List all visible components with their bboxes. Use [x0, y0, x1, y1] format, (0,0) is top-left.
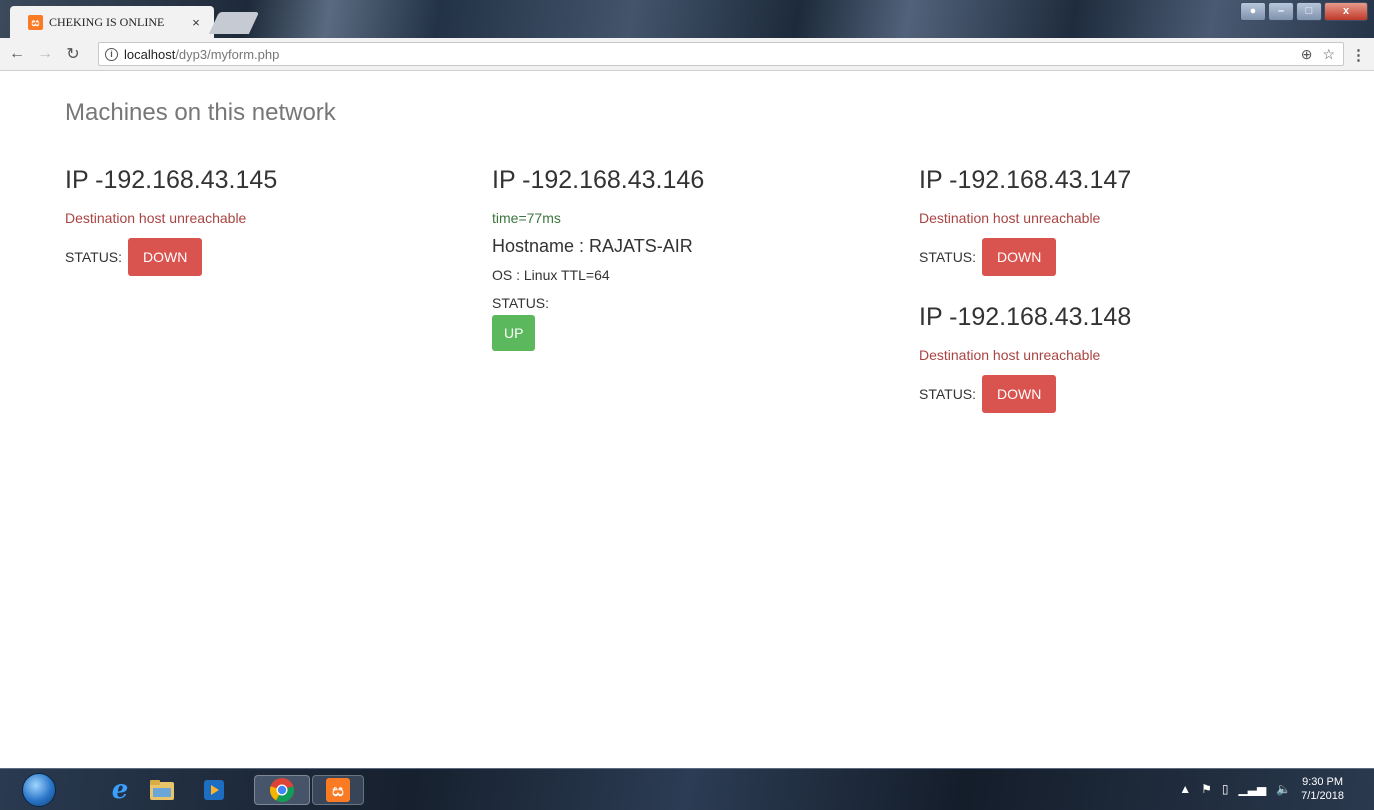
status-label: STATUS:: [492, 295, 550, 311]
info-icon[interactable]: i: [105, 47, 118, 61]
clock-time: 9:30 PM: [1302, 776, 1344, 788]
host-ip: IP -192.168.43.147: [919, 166, 1132, 194]
new-tab-button[interactable]: [208, 12, 260, 34]
status-down-button[interactable]: DOWN: [128, 238, 203, 276]
status-down-button[interactable]: DOWN: [982, 238, 1057, 276]
host-card: IP -192.168.43.147 Destination host unre…: [919, 166, 1299, 294]
forward-arrow-icon[interactable]: →: [34, 45, 56, 63]
host-ip: IP -192.168.43.145: [65, 166, 278, 194]
xampp-favicon-icon: ස: [28, 14, 43, 30]
status-label: STATUS:: [919, 386, 977, 402]
page-title: Machines on this network: [65, 99, 336, 126]
battery-icon[interactable]: ▯: [1222, 782, 1229, 796]
minimize-icon[interactable]: –: [1268, 2, 1294, 21]
ping-result: Destination host unreachable: [65, 210, 247, 226]
svg-text:ස: ස: [332, 781, 344, 800]
address-bar[interactable]: i localhost /dyp3/myform.php ⊕ ☆: [98, 42, 1344, 66]
status-label: STATUS:: [65, 249, 123, 265]
file-explorer-icon[interactable]: [146, 775, 178, 805]
start-button-icon[interactable]: [22, 773, 56, 807]
status-row: STATUS: DOWN: [65, 238, 445, 276]
host-ip: IP -192.168.43.148: [919, 303, 1132, 331]
signal-icon[interactable]: ▁▃▅: [1239, 782, 1267, 796]
status-row: STATUS: DOWN: [919, 238, 1299, 276]
clock-date: 7/1/2018: [1301, 790, 1344, 802]
zoom-icon[interactable]: ⊕: [1301, 46, 1313, 63]
browser-toolbar: ← → ↻ i localhost /dyp3/myform.php ⊕ ☆ ⋮: [0, 38, 1374, 71]
host-card: IP -192.168.43.148 Destination host unre…: [919, 303, 1299, 431]
os-info: OS : Linux TTL=64: [492, 267, 610, 283]
system-tray: ▲ ⚑ ▯ ▁▃▅ 🔈 9:30 PM 7/1/2018: [1179, 775, 1344, 803]
internet-explorer-icon[interactable]: e: [104, 775, 136, 805]
host-card: IP -192.168.43.146 time=77ms Hostname : …: [492, 166, 872, 351]
ping-result: Destination host unreachable: [919, 210, 1101, 226]
hostname: Hostname : RAJATS-AIR: [492, 236, 693, 256]
show-hidden-icons-icon[interactable]: ▲: [1179, 782, 1191, 796]
close-window-icon[interactable]: x: [1324, 2, 1368, 21]
page-content: Machines on this network IP -192.168.43.…: [0, 72, 1374, 768]
host-card: IP -192.168.43.145 Destination host unre…: [65, 166, 445, 294]
xampp-icon[interactable]: ස: [312, 775, 364, 805]
bookmark-star-icon[interactable]: ☆: [1322, 46, 1335, 63]
browser-tab[interactable]: ස CHEKING IS ONLINE ×: [10, 6, 214, 38]
back-arrow-icon[interactable]: ←: [6, 45, 28, 63]
ping-result: Destination host unreachable: [919, 347, 1101, 363]
user-profile-icon[interactable]: ●: [1240, 2, 1266, 21]
media-player-icon[interactable]: [198, 775, 230, 805]
clock[interactable]: 9:30 PM 7/1/2018: [1301, 775, 1344, 803]
volume-icon[interactable]: 🔈: [1276, 782, 1291, 796]
maximize-icon[interactable]: □: [1296, 2, 1322, 21]
reload-icon[interactable]: ↻: [62, 44, 84, 64]
status-down-button[interactable]: DOWN: [982, 375, 1057, 413]
status-up-button[interactable]: UP: [492, 315, 536, 351]
tab-title: CHEKING IS ONLINE: [49, 14, 165, 29]
ping-result: time=77ms: [492, 210, 561, 226]
action-center-flag-icon[interactable]: ⚑: [1201, 782, 1212, 796]
tab-close-icon[interactable]: ×: [188, 15, 204, 30]
browser-titlebar: ස CHEKING IS ONLINE × ● – □ x: [0, 0, 1374, 38]
url-path: /dyp3/myform.php: [175, 46, 280, 62]
windows-taskbar: e ස ▲ ⚑ ▯ ▁▃▅ 🔈 9:30 PM 7/1/2018: [0, 768, 1374, 810]
status-label: STATUS:: [919, 249, 977, 265]
window-controls: ● – □ x: [1240, 2, 1368, 21]
status-row: STATUS: UP: [492, 295, 872, 351]
host-ip: IP -192.168.43.146: [492, 166, 705, 194]
status-row: STATUS: DOWN: [919, 375, 1299, 413]
url-host: localhost: [124, 46, 176, 62]
omnibox-actions: ⊕ ☆: [1301, 46, 1335, 63]
chrome-icon[interactable]: [254, 775, 310, 805]
browser-menu-icon[interactable]: ⋮: [1351, 46, 1366, 64]
